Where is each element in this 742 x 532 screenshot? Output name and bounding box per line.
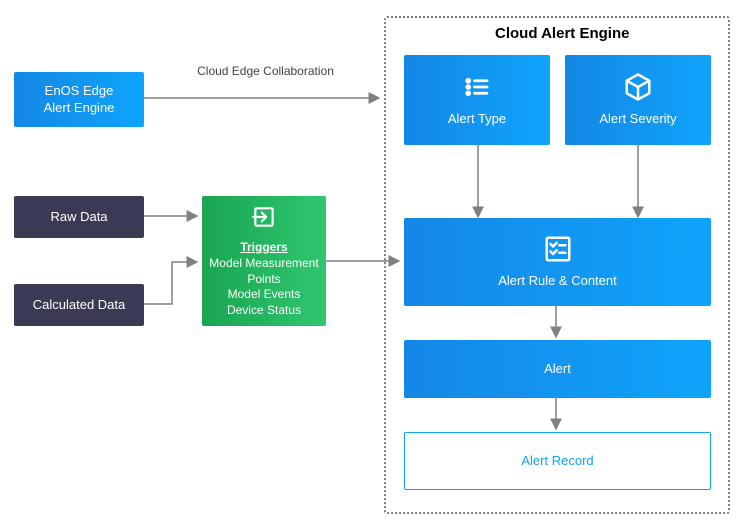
edge-collaboration-label: Cloud Edge Collaboration	[193, 64, 338, 78]
triggers-title: Triggers	[240, 240, 287, 256]
triggers-line: Points	[247, 272, 280, 288]
node-text: Raw Data	[50, 209, 107, 226]
node-text: Calculated Data	[33, 297, 126, 314]
alert-record-node: Alert Record	[404, 432, 711, 490]
cube-icon	[623, 72, 653, 107]
triggers-line: Model Measurement	[209, 256, 318, 272]
calculated-data-node: Calculated Data	[14, 284, 144, 326]
triggers-node: Triggers Model Measurement Points Model …	[202, 196, 326, 326]
checklist-icon	[543, 234, 573, 269]
alert-rule-node: Alert Rule & Content	[404, 218, 711, 306]
node-text: Alert	[544, 361, 571, 378]
triggers-line: Device Status	[227, 303, 301, 319]
alert-type-node: Alert Type	[404, 55, 550, 145]
node-text: Alert Severity	[599, 111, 676, 128]
alert-severity-node: Alert Severity	[565, 55, 711, 145]
node-text: Alert Record	[521, 453, 593, 470]
edge-engine-node: EnOS Edge Alert Engine	[14, 72, 144, 127]
raw-data-node: Raw Data	[14, 196, 144, 238]
list-icon	[462, 72, 492, 107]
node-text: Alert Rule & Content	[498, 273, 617, 290]
alert-node: Alert	[404, 340, 711, 398]
triggers-line: Model Events	[228, 287, 301, 303]
node-text-line: EnOS Edge	[45, 83, 114, 100]
node-text: Alert Type	[448, 111, 506, 128]
enter-icon	[251, 204, 277, 235]
node-text-line: Alert Engine	[44, 100, 115, 117]
